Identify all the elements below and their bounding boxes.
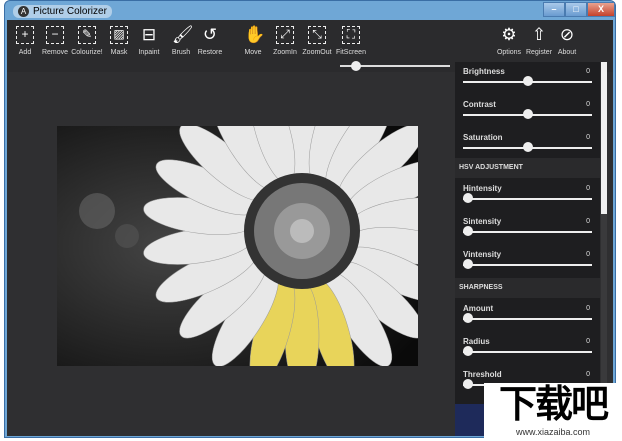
slider-thumb[interactable] xyxy=(522,142,533,152)
slider-brightness[interactable]: Brightness 0 xyxy=(455,64,600,97)
slider-thumb[interactable] xyxy=(463,193,473,203)
slider-label: Brightness xyxy=(463,67,505,76)
slider-amount[interactable]: Amount 0 xyxy=(455,301,600,334)
slider-label: Hintensity xyxy=(463,184,502,193)
remove-icon: − xyxy=(46,26,64,44)
slider-label: Saturation xyxy=(463,133,503,142)
mask-icon: ▨ xyxy=(110,26,128,44)
move-icon: ✋ xyxy=(244,25,266,44)
slider-thumb[interactable] xyxy=(463,226,473,236)
image-canvas[interactable] xyxy=(57,126,418,366)
slider-value: 0 xyxy=(586,338,590,345)
slider-value: 0 xyxy=(586,305,590,312)
slider-contrast[interactable]: Contrast 0 xyxy=(455,97,600,130)
about-label: About xyxy=(557,49,577,56)
restore-button[interactable]: ↺ Restore xyxy=(190,25,230,57)
slider-track[interactable] xyxy=(463,351,592,353)
slider-thumb[interactable] xyxy=(463,346,473,356)
slider-label: Threshold xyxy=(463,370,502,379)
slider-thumb[interactable] xyxy=(522,109,533,119)
inpaint-icon: ⊟ xyxy=(141,25,157,44)
app-icon: A xyxy=(18,6,29,17)
register-icon: ⇧ xyxy=(531,25,547,44)
slider-label: Amount xyxy=(463,304,494,313)
slider-thumb[interactable] xyxy=(522,76,533,86)
title-bar: A Picture Colorizer xyxy=(13,5,112,18)
slider-value: 0 xyxy=(586,371,590,378)
slider-sintensity[interactable]: Sintensity 0 xyxy=(455,214,600,247)
client-area: + Add − Remove ✎ Colourize! ▨ Mask ⊟ Inpaint 🖌 Brus… xyxy=(7,20,613,436)
slider-hintensity[interactable]: Hintensity 0 xyxy=(455,181,600,214)
about-button[interactable]: ⊘ About xyxy=(547,25,587,57)
slider-label: Sintensity xyxy=(463,217,502,226)
fitscreen-icon: ⛶ xyxy=(342,26,360,44)
panel-scrollbar[interactable] xyxy=(601,62,607,436)
brush-icon: 🖌 xyxy=(172,25,194,44)
daisy-photo xyxy=(57,126,418,366)
zoom-slider[interactable] xyxy=(340,61,450,71)
slider-value: 0 xyxy=(586,218,590,225)
slider-track[interactable] xyxy=(463,231,592,233)
zoomout-icon: ⤡ xyxy=(308,26,326,44)
fitscreen-button[interactable]: ⛶ FitScreen xyxy=(331,26,371,56)
slider-value: 0 xyxy=(586,134,590,141)
restore-label: Restore xyxy=(197,49,223,56)
slider-vintensity[interactable]: Vintensity 0 xyxy=(455,247,600,280)
scrollbar-thumb[interactable] xyxy=(601,62,607,214)
zoom-slider-thumb[interactable] xyxy=(351,61,361,71)
close-button[interactable]: X xyxy=(587,2,615,17)
slider-value: 0 xyxy=(586,251,590,258)
about-icon: ⊘ xyxy=(559,25,575,44)
watermark-logo: 下载吧 xyxy=(498,384,609,426)
restore-icon: ↺ xyxy=(202,25,218,44)
minimize-button[interactable]: – xyxy=(543,2,565,17)
maximize-button[interactable]: □ xyxy=(565,2,587,17)
sharpness-section-header: SHARPNESS xyxy=(455,278,600,298)
slider-thumb[interactable] xyxy=(463,259,473,269)
zoomin-icon: ⤢ xyxy=(276,26,294,44)
slider-radius[interactable]: Radius 0 xyxy=(455,334,600,367)
slider-value: 0 xyxy=(586,101,590,108)
watermark-url: www.xiazaiba.com xyxy=(515,427,591,437)
fitscreen-label: FitScreen xyxy=(336,49,366,56)
hsv-section-header: HSV ADJUSTMENT xyxy=(455,158,600,178)
slider-label: Contrast xyxy=(463,100,496,109)
slider-value: 0 xyxy=(586,68,590,75)
slider-track[interactable] xyxy=(463,264,592,266)
slider-thumb[interactable] xyxy=(463,379,473,389)
options-icon: ⚙ xyxy=(501,25,517,44)
slider-label: Vintensity xyxy=(463,250,502,259)
adjustment-panel: Brightness 0 Contrast 0 Saturation 0 HSV ADJUS… xyxy=(455,62,600,436)
watermark: 下载吧 www.xiazaiba.com xyxy=(484,383,622,441)
slider-value: 0 xyxy=(586,185,590,192)
window-title: Picture Colorizer xyxy=(33,6,107,17)
slider-thumb[interactable] xyxy=(463,313,473,323)
colourize-icon: ✎ xyxy=(78,26,96,44)
slider-track[interactable] xyxy=(463,198,592,200)
add-icon: + xyxy=(16,26,34,44)
slider-label: Radius xyxy=(463,337,490,346)
slider-track[interactable] xyxy=(463,318,592,320)
